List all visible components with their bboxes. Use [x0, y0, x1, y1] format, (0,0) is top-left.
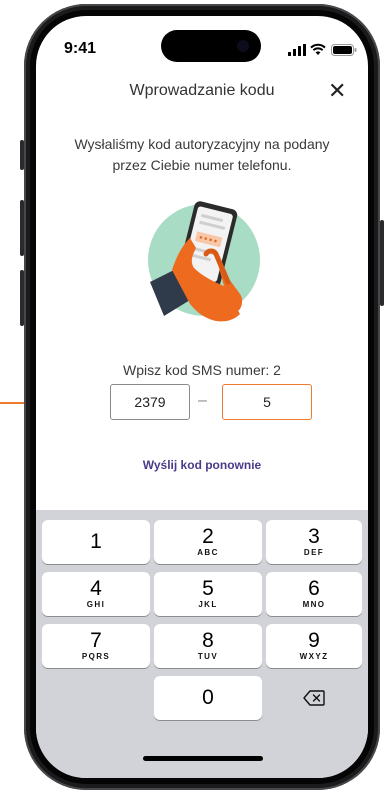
sms-code-prefix-field[interactable]: 2379	[110, 384, 190, 420]
key-4[interactable]: 4 GHI	[42, 572, 150, 616]
key-7[interactable]: 7 PQRS	[42, 624, 150, 668]
key-digit: 6	[308, 577, 320, 600]
phone-screen: 9:41 Wprowadzanie kodu ✕ Wysłaliśmy kod …	[36, 16, 368, 778]
key-letters: WXYZ	[299, 652, 329, 661]
wifi-icon	[310, 43, 326, 55]
sms-code-label: Wpisz kod SMS numer: 2	[123, 362, 281, 378]
key-digit: 1	[90, 530, 102, 553]
side-button-silent	[20, 140, 24, 170]
key-digit: 0	[202, 686, 214, 709]
numeric-keypad: 1 2 ABC 3 DEF 4 GHI 5 JKL 6 MNO 7 PQRS 8…	[36, 510, 368, 778]
key-digit: 7	[90, 629, 102, 652]
key-letters: MNO	[302, 600, 326, 609]
home-indicator[interactable]	[143, 756, 263, 761]
key-digit: 8	[202, 629, 214, 652]
sms-code-input[interactable]: 5	[222, 384, 312, 420]
key-9[interactable]: 9 WXYZ	[266, 624, 362, 668]
delete-key[interactable]	[260, 676, 368, 720]
key-letters: JKL	[198, 600, 218, 609]
info-text: Wysłaliśmy kod autoryzacyjny na podany p…	[74, 136, 330, 173]
backspace-icon	[303, 690, 325, 706]
key-letters: GHI	[86, 600, 106, 609]
status-time: 9:41	[64, 40, 97, 57]
close-icon[interactable]: ✕	[328, 78, 346, 104]
side-button-power	[380, 220, 384, 306]
dynamic-island	[161, 30, 261, 62]
key-letters: TUV	[197, 652, 219, 661]
battery-icon	[331, 44, 357, 56]
side-button-volume-up	[20, 200, 24, 256]
key-digit: 3	[308, 525, 320, 548]
key-1[interactable]: 1	[42, 520, 150, 564]
key-5[interactable]: 5 JKL	[154, 572, 262, 616]
key-8[interactable]: 8 TUV	[154, 624, 262, 668]
key-digit: 5	[202, 577, 214, 600]
key-letters: PQRS	[81, 652, 111, 661]
side-button-volume-down	[20, 270, 24, 326]
key-2[interactable]: 2 ABC	[154, 520, 262, 564]
code-separator: –	[198, 392, 207, 409]
front-camera	[237, 40, 249, 52]
key-0[interactable]: 0	[154, 676, 262, 720]
key-3[interactable]: 3 DEF	[266, 520, 362, 564]
key-6[interactable]: 6 MNO	[266, 572, 362, 616]
page-title: Wprowadzanie kodu	[129, 82, 275, 99]
resend-code-link[interactable]: Wyślij kod ponownie	[36, 458, 368, 472]
key-digit: 4	[90, 577, 102, 600]
key-letters: ABC	[197, 548, 219, 557]
key-digit: 2	[202, 525, 214, 548]
key-digit: 9	[308, 629, 320, 652]
phone-hand-illustration	[148, 201, 260, 322]
signal-icon	[288, 44, 306, 56]
key-letters: DEF	[303, 548, 325, 557]
